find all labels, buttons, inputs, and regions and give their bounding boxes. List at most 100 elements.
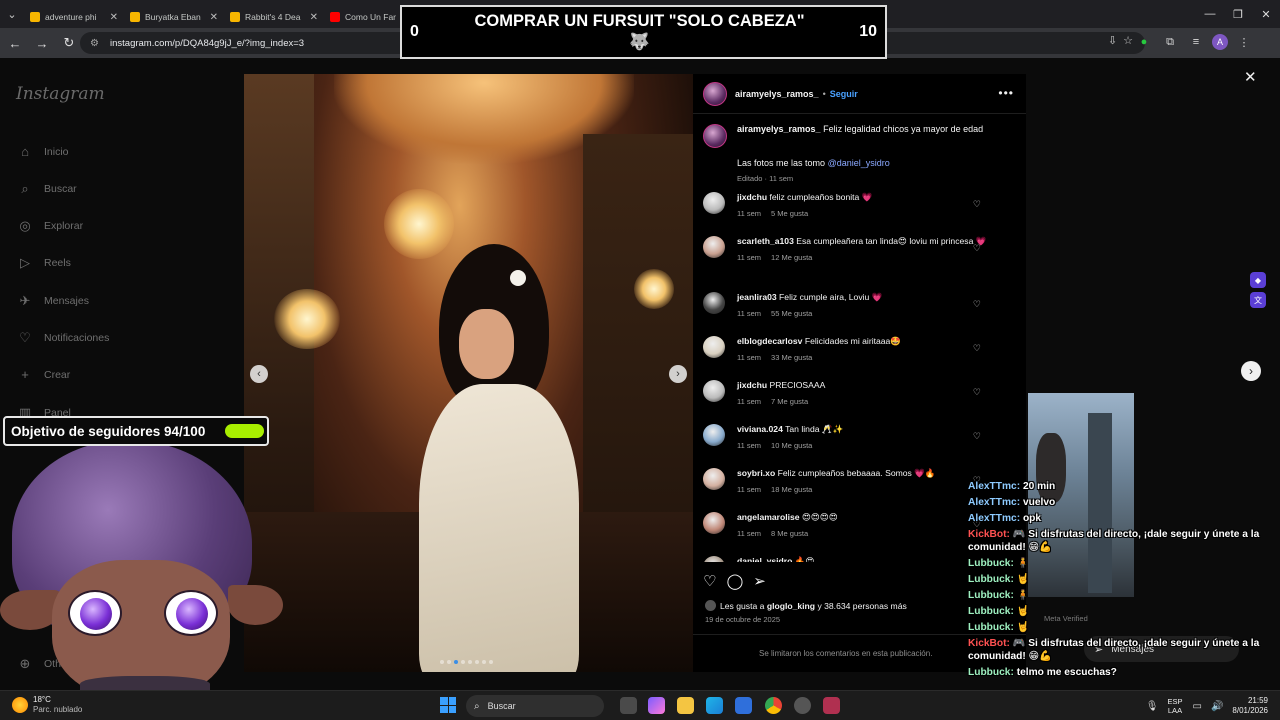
translate-side-icon[interactable]: 文	[1250, 292, 1266, 308]
comment-likes[interactable]: 7 Me gusta	[771, 397, 808, 406]
caption-avatar[interactable]	[703, 124, 727, 148]
comment-text: Tan linda 🥂✨	[785, 424, 844, 434]
restore-icon[interactable]: ❐	[1224, 0, 1252, 28]
comment-username[interactable]: jixdchu	[737, 192, 767, 202]
minimize-icon[interactable]: —	[1196, 0, 1224, 28]
browser-tab[interactable]: Buryatka Eban ✕	[124, 6, 224, 28]
nav-item-mensajes[interactable]: ✈ Mensajes	[16, 293, 89, 309]
extension-icon[interactable]: ●	[1134, 32, 1154, 52]
extension-side-icon[interactable]: ◆	[1250, 272, 1266, 288]
install-app-icon[interactable]: ⇩	[1108, 34, 1117, 47]
comment-username[interactable]: jixdchu	[737, 380, 767, 390]
comment-username[interactable]: soybri.xo	[737, 468, 775, 478]
instagram-logo[interactable]: Instagram	[16, 84, 105, 104]
comment-like-heart-icon[interactable]: ♡	[973, 431, 981, 442]
comment-username[interactable]: scarleth_a103	[737, 236, 794, 246]
input-language[interactable]: ESP LAA	[1167, 697, 1182, 715]
comment-likes[interactable]: 8 Me gusta	[771, 529, 808, 538]
next-image-button[interactable]: ›	[669, 365, 687, 383]
comment-text: Esa cumpleañera tan linda😍 loviu mi prin…	[796, 236, 987, 246]
tab-close-icon[interactable]: ✕	[210, 12, 218, 23]
nav-item-notificaciones[interactable]: ♡ Notificaciones	[16, 330, 109, 346]
reload-icon[interactable]: ↻	[57, 31, 81, 55]
profile-avatar-icon[interactable]: A	[1212, 34, 1228, 50]
comment-likes[interactable]: 5 Me gusta	[771, 209, 808, 218]
commenter-avatar[interactable]	[703, 556, 725, 562]
close-window-icon[interactable]: ✕	[1252, 0, 1280, 28]
commenter-avatar[interactable]	[703, 424, 725, 446]
comment-likes[interactable]: 10 Me gusta	[771, 441, 812, 450]
volume-icon[interactable]: 🔊	[1211, 701, 1223, 712]
system-tray: 🎙 ESP LAA ▭ 🔊 21:59 8/01/2026	[1146, 691, 1280, 720]
taskbar-search[interactable]: ⌕ Buscar	[466, 695, 604, 717]
comment-like-heart-icon[interactable]: ♡	[973, 343, 981, 354]
commenter-avatar[interactable]	[703, 236, 725, 258]
windows-start-icon[interactable]	[440, 697, 456, 713]
tab-close-icon[interactable]: ✕	[110, 12, 118, 23]
next-post-button[interactable]: ›	[1241, 361, 1261, 381]
comment-username[interactable]: angelamarolise	[737, 512, 800, 522]
commenter-avatar[interactable]	[703, 380, 725, 402]
app-icon[interactable]	[823, 697, 840, 714]
comment-like-heart-icon[interactable]: ♡	[973, 387, 981, 398]
nav-item-reels[interactable]: ▷ Reels	[16, 255, 71, 271]
comment-likes[interactable]: 55 Me gusta	[771, 309, 812, 318]
copilot-icon[interactable]	[648, 697, 665, 714]
caption-username[interactable]: airamyelys_ramos_	[737, 124, 821, 134]
nav-item-crear[interactable]: + Crear	[16, 367, 70, 382]
comment-username[interactable]: elblogdecarlosv	[737, 336, 802, 346]
comment-like-heart-icon[interactable]: ♡	[973, 199, 981, 210]
author-username[interactable]: airamyelys_ramos_	[735, 89, 819, 99]
comment-username[interactable]: jeanlira03	[737, 292, 777, 302]
commenter-avatar[interactable]	[703, 192, 725, 214]
extensions-puzzle-icon[interactable]: ⧉	[1160, 32, 1180, 52]
commenter-avatar[interactable]	[703, 336, 725, 358]
obs-icon[interactable]	[794, 697, 811, 714]
weather-widget[interactable]: 18°C Parc. nublado	[12, 695, 82, 714]
chrome-icon[interactable]	[765, 697, 782, 714]
likes-user-link[interactable]: gloglo_king	[767, 601, 815, 611]
nav-item-buscar[interactable]: ⌕ Buscar	[16, 181, 76, 197]
network-icon[interactable]: ▭	[1193, 701, 1202, 712]
site-info-icon[interactable]: ⚙	[90, 38, 102, 49]
comment-bubble-icon[interactable]: ◯	[726, 572, 743, 590]
reading-list-icon[interactable]: ≡	[1186, 32, 1206, 52]
tab-search-icon[interactable]: ⌄	[0, 0, 24, 28]
close-post-icon[interactable]: ✕	[1244, 68, 1257, 86]
browser-tab[interactable]: Rabbit's 4 Dea ✕	[224, 6, 324, 28]
like-heart-icon[interactable]: ♡	[703, 572, 716, 590]
nav-item-explorar[interactable]: ◎ Explorar	[16, 218, 83, 234]
share-send-icon[interactable]: ➢	[753, 572, 766, 590]
commenter-avatar[interactable]	[703, 512, 725, 534]
microphone-icon[interactable]: 🎙	[1146, 701, 1159, 712]
chat-username: AlexTTmc:	[968, 512, 1021, 524]
previous-image-button[interactable]: ‹	[250, 365, 268, 383]
nav-item-inicio[interactable]: ⌂ Inicio	[16, 144, 68, 159]
comment-likes[interactable]: 33 Me gusta	[771, 353, 812, 362]
comment-username[interactable]: viviana.024	[737, 424, 783, 434]
bookmark-star-icon[interactable]: ☆	[1123, 34, 1133, 47]
comment-like-heart-icon[interactable]: ♡	[973, 299, 981, 310]
author-avatar[interactable]	[703, 81, 727, 106]
follow-button[interactable]: Seguir	[830, 89, 858, 99]
comment-like-heart-icon[interactable]: ♡	[973, 243, 981, 254]
weather-icon	[12, 696, 28, 713]
commenter-avatar[interactable]	[703, 292, 725, 314]
forward-icon[interactable]: →	[30, 31, 54, 55]
comment-likes[interactable]: 12 Me gusta	[771, 253, 812, 262]
back-icon[interactable]: ←	[3, 31, 27, 55]
edge-icon[interactable]	[706, 697, 723, 714]
file-explorer-icon[interactable]	[677, 697, 694, 714]
likes-count[interactable]: y 38.634 personas más	[817, 601, 906, 611]
tab-close-icon[interactable]: ✕	[310, 12, 318, 23]
comment-username[interactable]: daniel_ysidro	[737, 556, 792, 562]
caption-mention-link[interactable]: @daniel_ysidro	[828, 158, 890, 168]
store-icon[interactable]	[735, 697, 752, 714]
clock[interactable]: 21:59 8/01/2026	[1232, 696, 1268, 717]
browser-tab[interactable]: adventure phi ✕	[24, 6, 124, 28]
more-options-icon[interactable]: •••	[998, 86, 1014, 100]
comment-likes[interactable]: 18 Me gusta	[771, 485, 812, 494]
task-view-icon[interactable]	[620, 697, 637, 714]
commenter-avatar[interactable]	[703, 468, 725, 490]
chrome-menu-icon[interactable]: ⋮	[1234, 32, 1254, 52]
